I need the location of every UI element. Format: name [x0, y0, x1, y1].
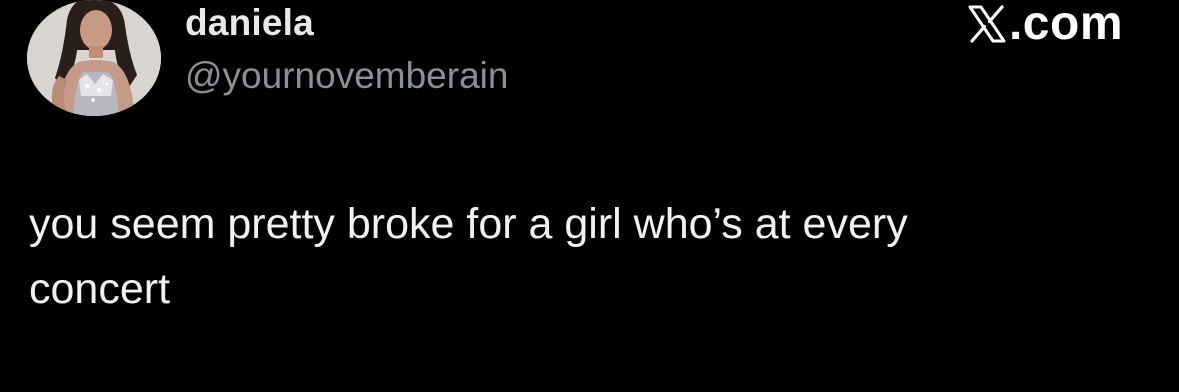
- brand-domain-text: .com: [1008, 0, 1123, 50]
- x-logo-icon: [968, 5, 1006, 43]
- tweet-text-line: you seem pretty broke for a girl who’s a…: [29, 200, 908, 248]
- author-display-name[interactable]: daniela: [185, 2, 314, 44]
- profile-photo-icon: [27, 0, 161, 116]
- tweet-body: you seem pretty broke for a girl who’s a…: [29, 192, 1129, 322]
- tweet-card: daniela @yournovemberain .com you seem p…: [0, 0, 1179, 392]
- brand-watermark: .com: [967, 0, 1123, 48]
- tweet-text-line: concert: [29, 265, 171, 313]
- author-handle[interactable]: @yournovemberain: [185, 55, 508, 97]
- avatar[interactable]: [27, 0, 161, 116]
